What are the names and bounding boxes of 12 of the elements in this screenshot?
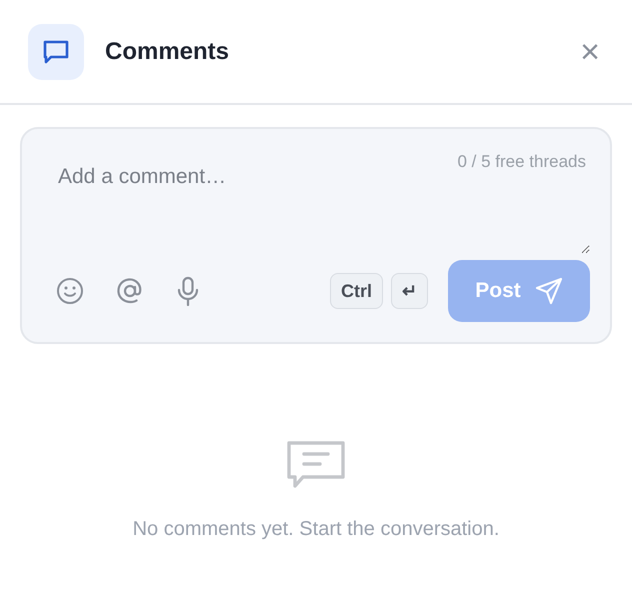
keyboard-key: ↵ (391, 273, 428, 309)
thread-counter: 0 / 5 free threads (457, 152, 586, 172)
send-icon (534, 277, 563, 305)
keyboard-key: Ctrl (330, 273, 383, 309)
empty-comments-icon (286, 440, 346, 490)
panel-title: Comments (105, 38, 230, 66)
close-button[interactable]: × (576, 34, 604, 68)
mention-icon[interactable] (116, 277, 144, 305)
emoji-icon[interactable] (56, 277, 84, 305)
microphone-icon[interactable] (176, 276, 200, 306)
empty-message: No comments yet. Start the conversation. (132, 518, 500, 541)
comment-icon (28, 24, 84, 80)
